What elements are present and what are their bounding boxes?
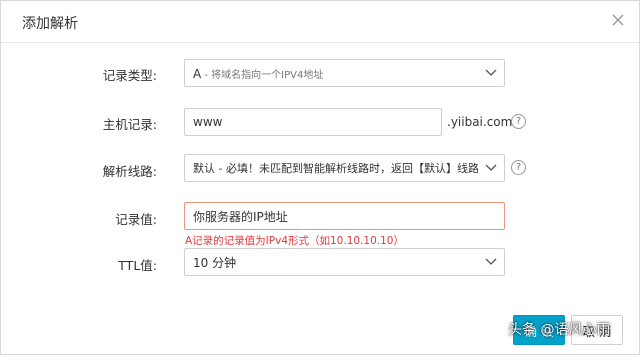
dialog-header: 添加解析 bbox=[1, 1, 639, 43]
ttl-label: TTL值: bbox=[118, 258, 157, 273]
host-label: 主机记录: bbox=[102, 117, 157, 132]
dialog-title: 添加解析 bbox=[22, 16, 78, 32]
line-label: 解析线路: bbox=[102, 164, 157, 179]
record-type-value: A - 将域名指向一个IPV4地址 bbox=[193, 66, 478, 81]
record-type-main: A bbox=[193, 66, 202, 81]
domain-suffix: .yiibai.com bbox=[447, 115, 513, 129]
line-select[interactable]: 默认 - 必填！未匹配到智能解析线路时，返回【默认】线路... bbox=[184, 154, 505, 182]
add-dns-record-dialog: 添加解析 记录类型: A - 将域名指向一个IPV4地址 主机记录: www .… bbox=[0, 0, 640, 355]
chevron-down-icon bbox=[478, 155, 504, 181]
help-icon[interactable]: ? bbox=[511, 114, 526, 129]
watermark: 头条 @语风心雨 bbox=[508, 322, 611, 338]
ttl-value: 10 分钟 bbox=[193, 255, 237, 270]
close-icon[interactable] bbox=[611, 13, 625, 27]
record-type-hint: - 将域名指向一个IPV4地址 bbox=[201, 69, 324, 81]
chevron-down-icon bbox=[478, 60, 504, 86]
record-value-text: 你服务器的IP地址 bbox=[193, 209, 288, 224]
host-value: www bbox=[193, 115, 223, 129]
ttl-select[interactable]: 10 分钟 bbox=[184, 248, 505, 276]
help-icon[interactable]: ? bbox=[511, 160, 526, 175]
host-input[interactable]: www bbox=[184, 108, 442, 136]
line-value: 默认 - 必填！未匹配到智能解析线路时，返回【默认】线路... bbox=[193, 162, 478, 175]
record-type-label: 记录类型: bbox=[102, 68, 157, 83]
record-type-select[interactable]: A - 将域名指向一个IPV4地址 bbox=[184, 59, 505, 87]
record-value-error: A记录的记录值为IPv4形式（如10.10.10.10） bbox=[185, 235, 404, 247]
chevron-down-icon bbox=[478, 249, 504, 275]
record-value-label: 记录值: bbox=[115, 212, 157, 227]
record-value-input[interactable]: 你服务器的IP地址 bbox=[184, 202, 505, 230]
